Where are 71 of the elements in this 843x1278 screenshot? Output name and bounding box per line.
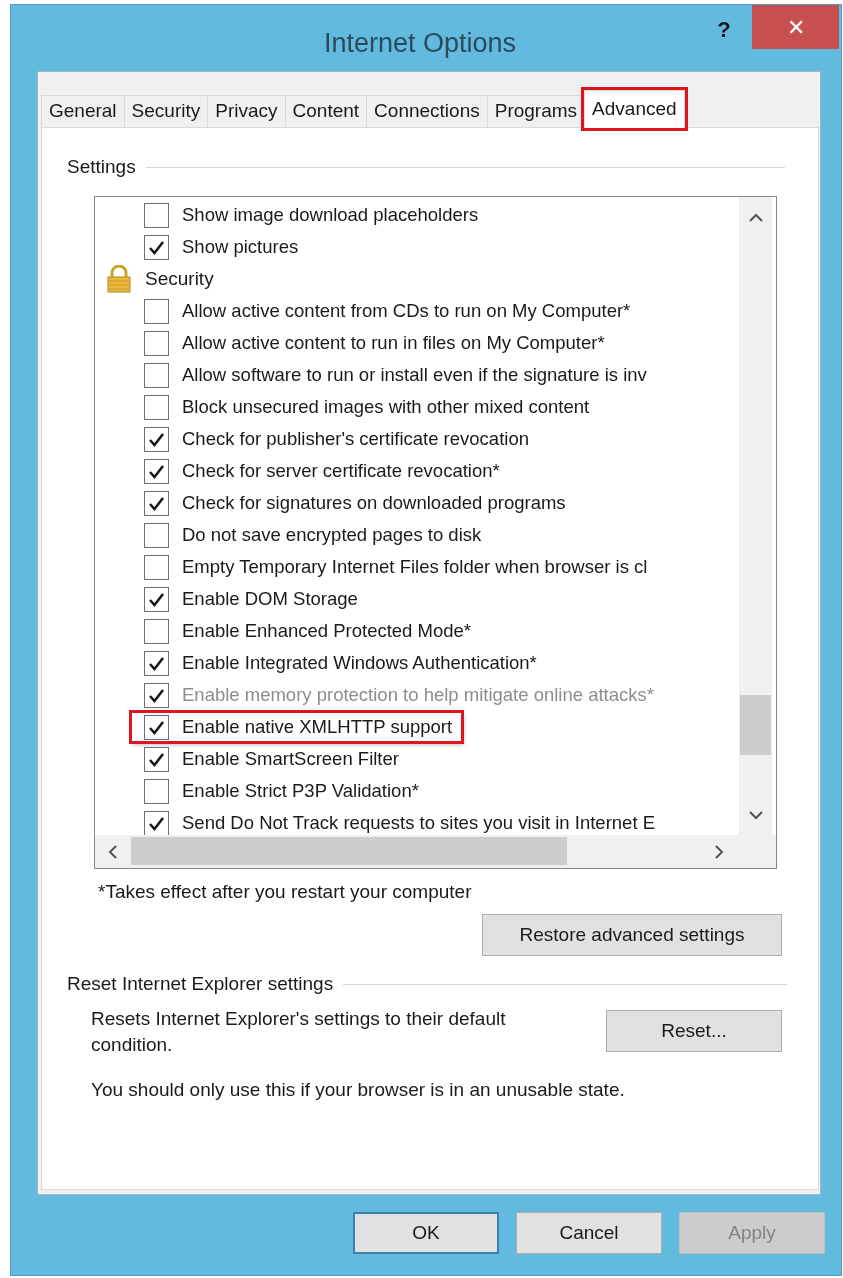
option-label: Check for publisher's certificate revocation [182,427,529,452]
option-label: Check for signatures on downloaded programs [182,491,566,516]
checkbox[interactable] [144,618,169,644]
checkbox[interactable] [144,394,169,420]
checkbox[interactable] [144,426,169,452]
group-title: Reset Internet Explorer settings [67,972,334,996]
tab[interactable]: General [41,95,125,128]
check-icon [148,463,165,479]
checkbox[interactable] [144,490,169,516]
checkbox[interactable] [144,586,169,612]
checkbox[interactable] [144,458,169,484]
scroll-right-icon[interactable] [715,845,724,859]
scrollbar-thumb[interactable] [740,695,771,755]
checkbox[interactable] [144,202,169,228]
option-label: Allow software to run or install even if the signature is inv [182,363,647,388]
option-label: Enable native XMLHTTP support [182,715,453,740]
checkbox[interactable] [144,330,169,356]
option-label: Show pictures [182,235,299,260]
close-button[interactable]: ✕ [752,5,839,49]
category-label: Security [145,266,214,291]
check-icon [148,591,165,607]
dialog-button[interactable]: Cancel [516,1212,662,1254]
check-icon [148,751,165,767]
warning-text: You should only use this if your browser is in an unusable state. [91,1078,625,1102]
check-icon [148,655,165,671]
option-label: Empty Temporary Internet Files folder when browser is cl [182,555,648,580]
reset-button[interactable]: Reset... [606,1010,782,1052]
checkbox[interactable] [144,714,169,740]
option-label: Enable Integrated Windows Authentication* [182,651,537,676]
checkbox[interactable] [144,778,169,804]
group-title: Settings [67,155,136,179]
checkbox[interactable] [144,650,169,676]
option-label: Enable SmartScreen Filter [182,747,399,772]
option-label: Enable DOM Storage [182,587,358,612]
option-label: Enable memory protection to help mitigate online attacks* [182,683,654,708]
option-label: Enable Strict P3P Validation* [182,779,419,804]
checkbox[interactable] [144,298,169,324]
scroll-up-icon[interactable] [749,213,763,222]
checkbox[interactable] [144,554,169,580]
tab[interactable]: Advanced [584,90,685,128]
description-text: Resets Internet Explorer's settings to their default condition. [91,1007,507,1057]
check-icon [148,239,165,255]
vertical-scrollbar[interactable] [739,197,772,835]
check-icon [148,687,165,703]
dialog-button[interactable]: OK [353,1212,499,1254]
option-label: Allow active content from CDs to run on My Computer* [182,299,631,324]
checkbox[interactable] [144,746,169,772]
check-icon [148,719,165,735]
window-title: Internet Options [324,27,517,60]
option-label: Check for server certificate revocation* [182,459,500,484]
checkbox[interactable] [144,810,169,835]
option-label: Do not save encrypted pages to disk [182,523,482,548]
footnote-text: *Takes effect after you restart your computer [98,880,472,904]
option-label: Enable Enhanced Protected Mode* [182,619,471,644]
scroll-left-icon[interactable] [108,845,117,859]
option-label: Block unsecured images with other mixed content [182,395,590,420]
check-icon [148,495,165,511]
option-label: Send Do Not Track requests to sites you visit in Internet E [182,811,655,835]
check-icon [148,431,165,447]
horizontal-scrollbar[interactable] [95,835,776,868]
check-icon [148,815,165,831]
checkbox[interactable] [144,362,169,388]
option-label: Allow active content to run in files on My Computer* [182,331,605,356]
checkbox[interactable] [144,522,169,548]
help-button[interactable]: ? [706,11,742,47]
scrollbar-thumb[interactable] [131,837,567,865]
restore-button[interactable]: Restore advanced settings [482,914,782,956]
scroll-down-icon[interactable] [749,811,763,820]
checkbox[interactable] [144,234,169,260]
option-label: Show image download placeholders [182,203,479,228]
lock-icon [106,265,132,293]
